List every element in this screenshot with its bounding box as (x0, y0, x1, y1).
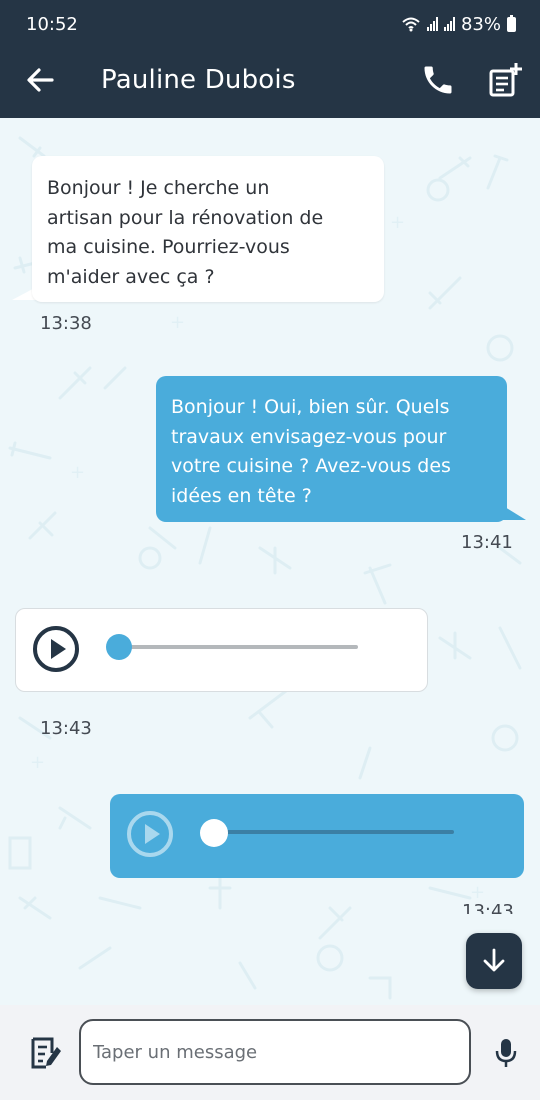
message-bubble-outgoing[interactable]: Bonjour ! Oui, bien sûr. Quels travaux e… (156, 376, 507, 522)
message-line: idées en tête ? (171, 484, 312, 507)
arrow-down-icon (483, 948, 505, 972)
status-bar: 10:52 83% (0, 0, 540, 48)
message-time: 13:41 (461, 532, 513, 553)
message-time: 13:43 (40, 718, 92, 739)
svg-text:+: + (30, 752, 45, 773)
document-edit-icon[interactable] (30, 1035, 62, 1071)
play-icon[interactable] (32, 625, 80, 673)
audio-message-outgoing (110, 794, 524, 878)
signal-icon (426, 17, 438, 31)
svg-text:+: + (70, 462, 85, 483)
message-bubble-incoming[interactable]: Bonjour ! Je cherche un artisan pour la … (32, 156, 384, 302)
battery-icon (507, 14, 516, 32)
message-line: Bonjour ! Oui, bien sûr. Quels (171, 396, 450, 418)
message-line: votre cuisine ? Avez-vous des (171, 455, 451, 477)
audio-progress-knob[interactable] (200, 819, 228, 847)
message-line: travaux envisagez-vous pour (171, 425, 447, 448)
note-add-icon[interactable] (486, 61, 524, 99)
composer-bar (0, 1005, 540, 1100)
message-line: m'aider avec ça ? (47, 265, 215, 288)
signal-icon (443, 17, 455, 31)
message-time: 13:38 (40, 313, 92, 334)
play-icon[interactable] (126, 810, 174, 858)
chat-area[interactable]: + + + + + + + Bonjour ! Je cherche un ar… (0, 118, 540, 1005)
contact-name: Pauline Dubois (101, 65, 296, 95)
microphone-icon[interactable] (494, 1037, 518, 1069)
scroll-down-button[interactable] (466, 933, 522, 989)
phone-icon[interactable] (420, 62, 456, 98)
svg-text:+: + (390, 212, 405, 233)
message-input[interactable] (79, 1019, 471, 1085)
message-line: ma cuisine. Pourriez-vous (47, 236, 290, 258)
battery-percent: 83% (460, 13, 501, 35)
audio-progress-track[interactable] (214, 830, 454, 834)
audio-progress-track[interactable] (120, 645, 358, 649)
chat-header: Pauline Dubois (0, 48, 540, 118)
message-line: artisan pour la rénovation de (47, 206, 324, 229)
svg-text:+: + (170, 312, 185, 333)
message-line: Bonjour ! Je cherche un (47, 177, 270, 199)
status-time: 10:52 (26, 13, 78, 35)
message-time: 13:43 (462, 902, 514, 914)
arrow-left-icon[interactable] (24, 64, 56, 96)
audio-progress-knob[interactable] (106, 634, 132, 660)
wifi-icon (402, 17, 420, 32)
status-icons: 83% (401, 14, 516, 35)
svg-text:+: + (470, 882, 485, 903)
audio-message-incoming (15, 608, 428, 692)
